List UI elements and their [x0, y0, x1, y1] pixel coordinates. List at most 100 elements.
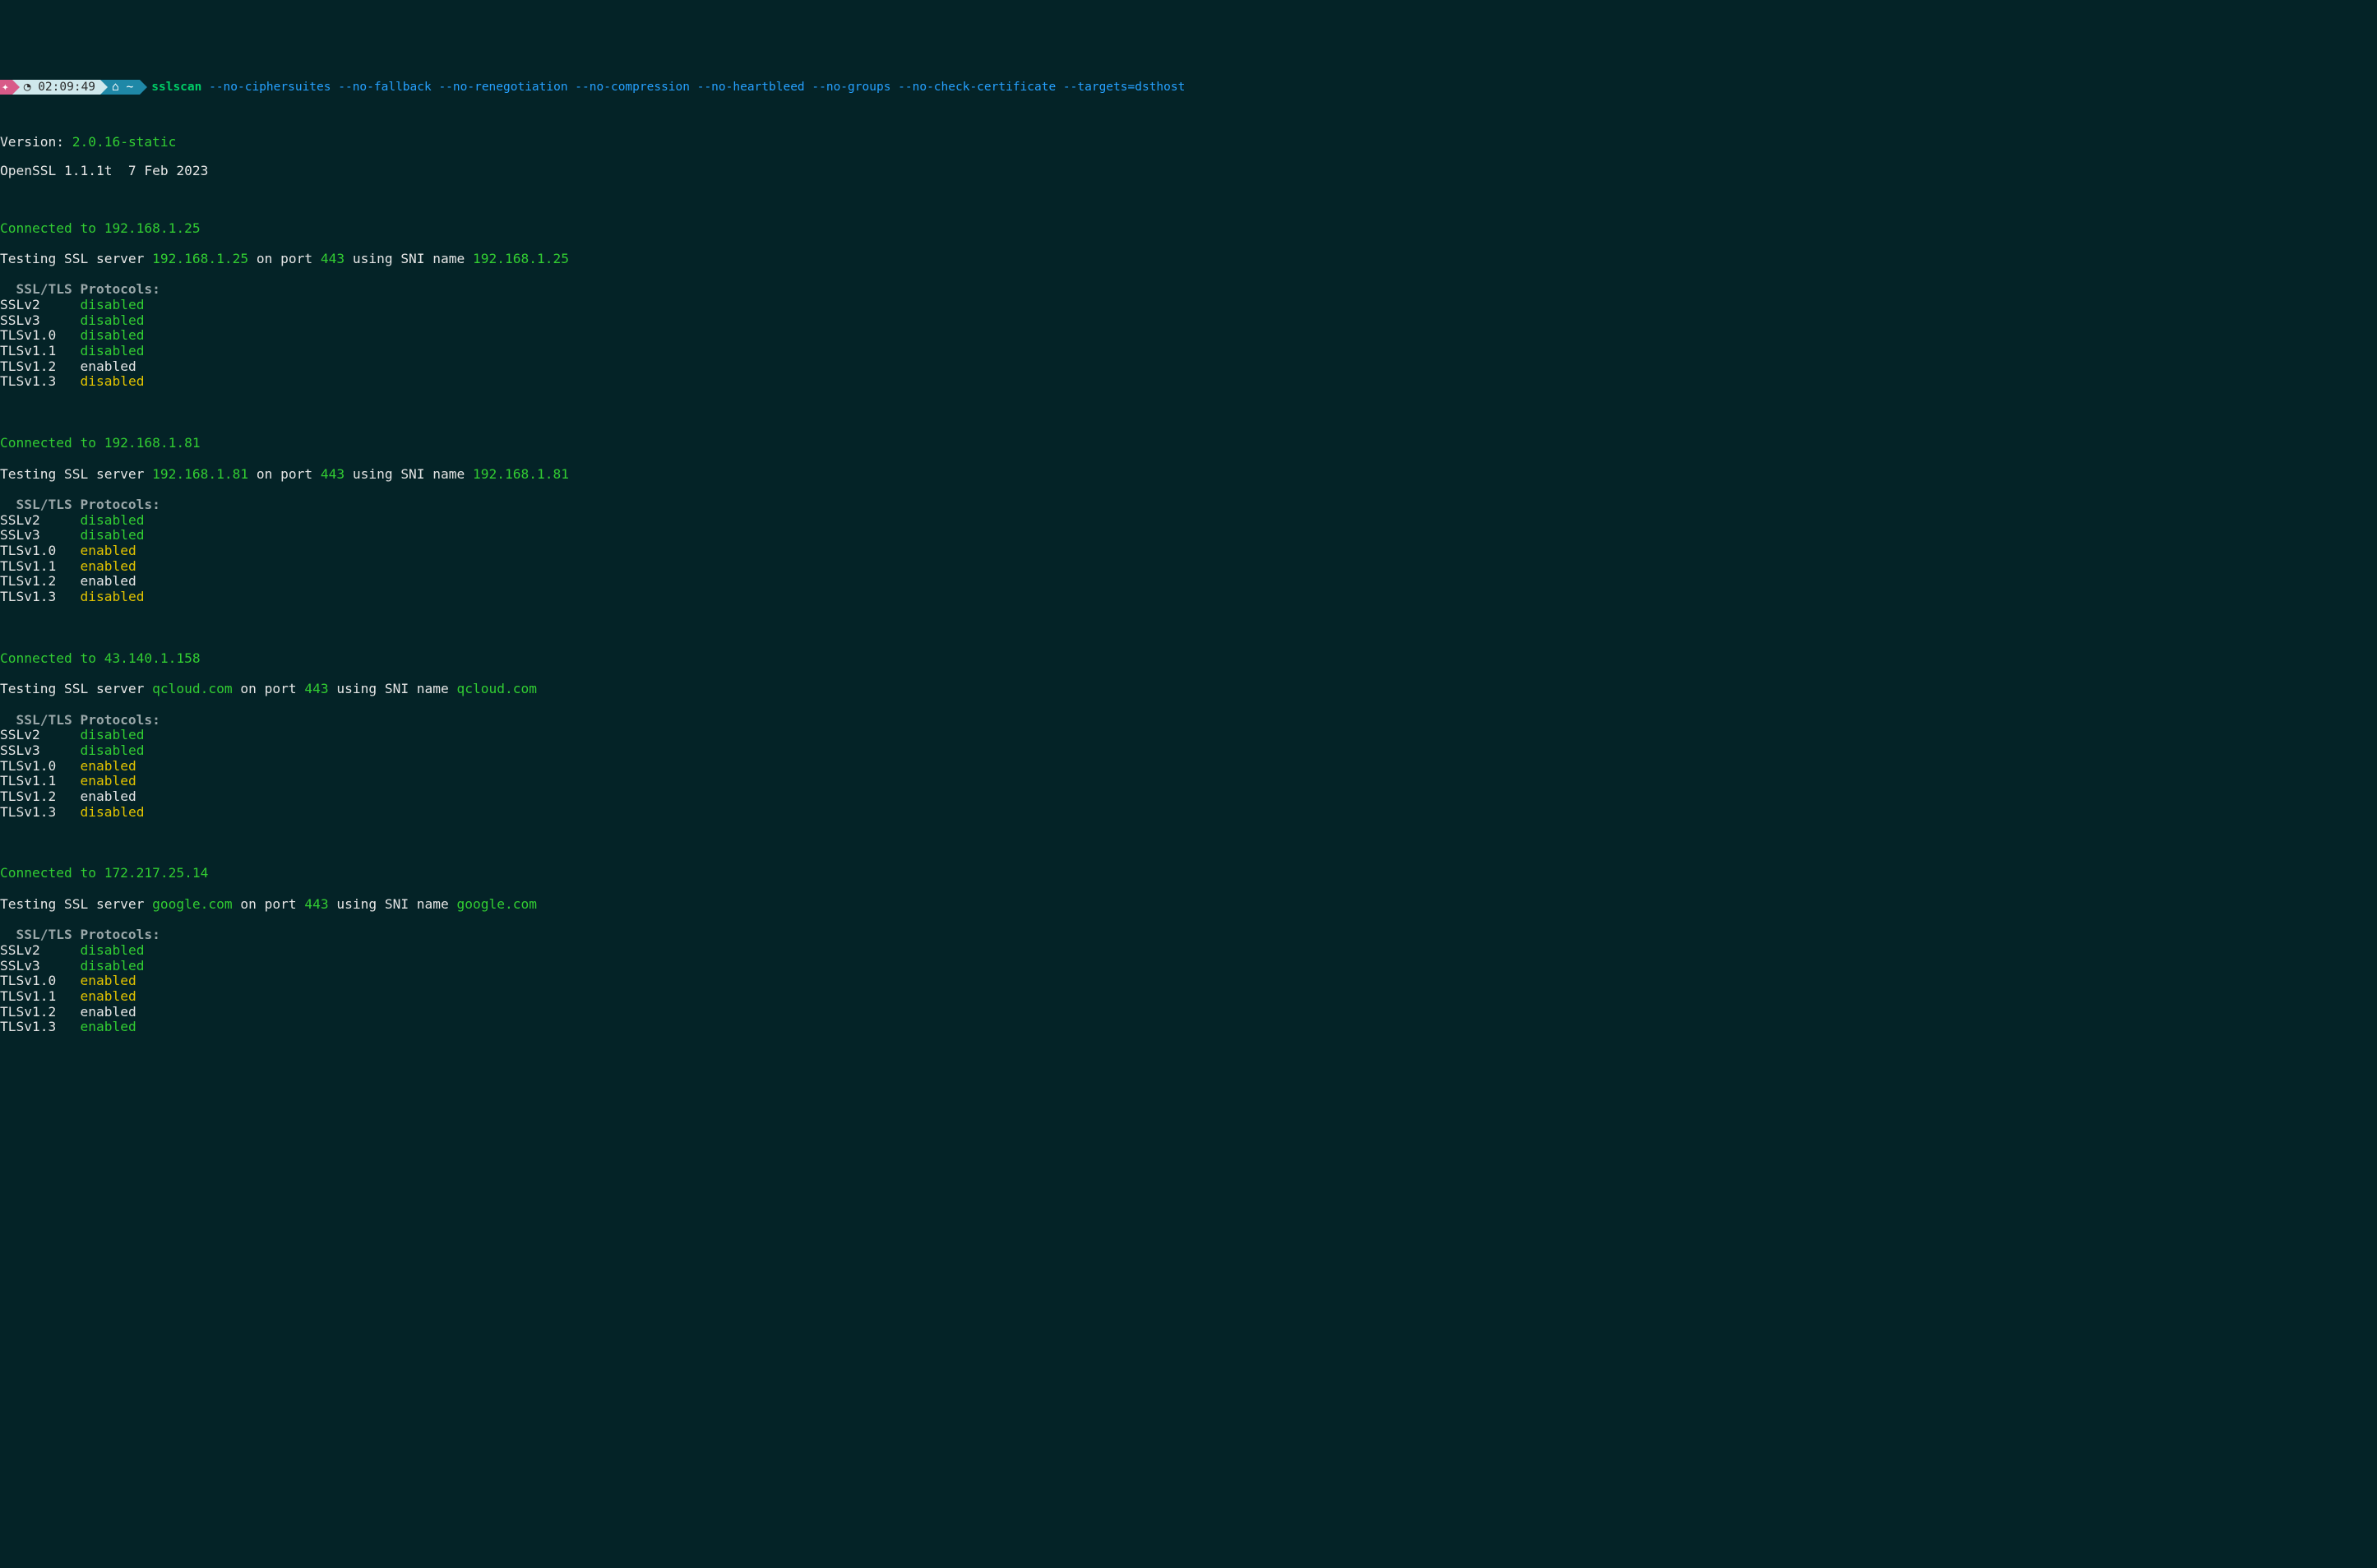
protocol-row: SSLv3 disabled	[0, 528, 2377, 543]
protocol-row: TLSv1.1 disabled	[0, 344, 2377, 359]
logo-icon: ✦	[2, 81, 9, 94]
blank-line	[0, 451, 2377, 467]
protocol-row: TLSv1.3 disabled	[0, 374, 2377, 390]
protocol-name: TLSv1.0	[0, 758, 80, 774]
protocol-name: TLSv1.2	[0, 789, 80, 804]
protocol-name: TLSv1.0	[0, 327, 80, 343]
blank-line	[0, 697, 2377, 713]
protocol-status: disabled	[80, 312, 144, 328]
protocol-name: TLSv1.1	[0, 343, 80, 358]
blank-line	[0, 851, 2377, 867]
protocol-name: TLSv1.2	[0, 358, 80, 374]
blank-line	[0, 835, 2377, 851]
testing-line: Testing SSL server 192.168.1.25 on port …	[0, 252, 2377, 267]
protocol-row: SSLv3 disabled	[0, 959, 2377, 974]
protocol-row: SSLv3 disabled	[0, 313, 2377, 329]
version-label: Version:	[0, 134, 72, 150]
clock-icon: ◔	[24, 81, 31, 94]
protocol-status: disabled	[80, 327, 144, 343]
blank-line	[0, 267, 2377, 283]
protocol-name: TLSv1.3	[0, 373, 80, 389]
command-args: --no-ciphersuites --no-fallback --no-ren…	[209, 81, 1185, 94]
protocols-header: SSL/TLS Protocols:	[0, 497, 2377, 513]
protocol-status: enabled	[80, 558, 136, 574]
protocols-header: SSL/TLS Protocols:	[0, 927, 2377, 943]
connected-line: Connected to 192.168.1.81	[0, 436, 2377, 451]
protocol-row: TLSv1.2 enabled	[0, 574, 2377, 590]
protocol-row: SSLv2 disabled	[0, 728, 2377, 743]
blank-line	[0, 620, 2377, 636]
protocol-name: TLSv1.1	[0, 558, 80, 574]
protocol-name: TLSv1.1	[0, 988, 80, 1004]
protocol-status: enabled	[80, 758, 136, 774]
protocol-status: enabled	[80, 789, 136, 804]
protocol-row: SSLv2 disabled	[0, 513, 2377, 529]
blank-line	[0, 912, 2377, 927]
protocol-status: enabled	[80, 573, 136, 589]
protocol-name: SSLv3	[0, 742, 80, 758]
protocols-header: SSL/TLS Protocols:	[0, 713, 2377, 728]
protocol-status: disabled	[80, 589, 144, 604]
openssl-value: OpenSSL 1.1.1t 7 Feb 2023	[0, 163, 208, 178]
protocol-name: TLSv1.0	[0, 543, 80, 558]
protocol-row: TLSv1.3 enabled	[0, 1020, 2377, 1035]
protocol-name: SSLv3	[0, 312, 80, 328]
connected-line: Connected to 43.140.1.158	[0, 651, 2377, 667]
blank-line	[0, 192, 2377, 208]
openssl-line: OpenSSL 1.1.1t 7 Feb 2023	[0, 164, 2377, 179]
protocol-row: TLSv1.0 enabled	[0, 543, 2377, 559]
protocol-status: enabled	[80, 358, 136, 374]
blank-line	[0, 482, 2377, 497]
protocol-name: TLSv1.1	[0, 773, 80, 789]
blank-line	[0, 881, 2377, 897]
terminal-output[interactable]: Version: 2.0.16-static OpenSSL 1.1.1t 7 …	[0, 122, 2377, 1049]
protocol-status: disabled	[80, 373, 144, 389]
protocol-name: TLSv1.3	[0, 589, 80, 604]
version-value: 2.0.16-static	[72, 134, 177, 150]
protocol-name: TLSv1.3	[0, 1019, 80, 1034]
home-icon: ⌂	[112, 81, 119, 94]
protocol-row: TLSv1.0 enabled	[0, 974, 2377, 989]
protocol-status: enabled	[80, 773, 136, 789]
protocols-header: SSL/TLS Protocols:	[0, 282, 2377, 298]
protocol-status: disabled	[80, 727, 144, 742]
status-bar: ✦ ◔ 02:09:49 ⌂ ~ sslscan --no-ciphersuit…	[0, 80, 2377, 95]
protocol-name: SSLv2	[0, 512, 80, 528]
protocol-name: SSLv2	[0, 727, 80, 742]
connected-line: Connected to 192.168.1.25	[0, 221, 2377, 237]
blank-line	[0, 390, 2377, 405]
command-line[interactable]: sslscan --no-ciphersuites --no-fallback …	[140, 80, 1190, 95]
protocol-name: SSLv2	[0, 942, 80, 958]
protocol-row: TLSv1.2 enabled	[0, 1005, 2377, 1020]
protocol-row: TLSv1.1 enabled	[0, 774, 2377, 789]
status-time: 02:09:49	[38, 81, 95, 94]
blank-line	[0, 236, 2377, 252]
testing-line: Testing SSL server qcloud.com on port 44…	[0, 682, 2377, 697]
protocol-row: TLSv1.1 enabled	[0, 559, 2377, 575]
blank-line	[0, 605, 2377, 621]
protocol-name: TLSv1.2	[0, 1004, 80, 1020]
protocol-row: TLSv1.2 enabled	[0, 359, 2377, 375]
blank-line	[0, 420, 2377, 436]
protocol-name: SSLv2	[0, 297, 80, 312]
version-line: Version: 2.0.16-static	[0, 135, 2377, 150]
protocol-status: disabled	[80, 512, 144, 528]
status-logo-segment: ✦	[0, 80, 12, 95]
protocol-status: disabled	[80, 343, 144, 358]
status-time-segment: ◔ 02:09:49	[12, 80, 100, 95]
protocol-name: TLSv1.2	[0, 573, 80, 589]
protocol-row: SSLv2 disabled	[0, 298, 2377, 313]
protocol-row: TLSv1.1 enabled	[0, 989, 2377, 1005]
protocol-name: TLSv1.3	[0, 804, 80, 820]
status-path: ~	[127, 81, 134, 94]
protocol-status: disabled	[80, 958, 144, 974]
protocol-row: SSLv3 disabled	[0, 743, 2377, 759]
protocol-row: TLSv1.2 enabled	[0, 789, 2377, 805]
protocol-status: disabled	[80, 942, 144, 958]
protocol-status: enabled	[80, 1019, 136, 1034]
protocol-status: enabled	[80, 1004, 136, 1020]
connected-line: Connected to 172.217.25.14	[0, 866, 2377, 881]
blank-line	[0, 666, 2377, 682]
protocol-status: disabled	[80, 742, 144, 758]
blank-line	[0, 820, 2377, 835]
